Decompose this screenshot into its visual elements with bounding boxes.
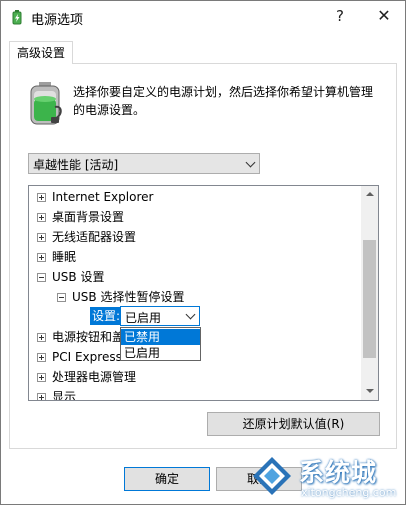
tree-item-label: 桌面背景设置 [52,210,125,224]
chevron-down-icon [245,157,256,168]
expand-icon[interactable] [37,193,46,202]
battery-icon [30,82,62,125]
expand-icon[interactable] [37,333,46,342]
power-plan-value: 卓越性能 [活动] [33,158,119,172]
power-options-window: 电源选项 ? ✕ 高级设置 选择你要自定义的电源计划，然后选择你希望计算机管理 … [0,0,406,505]
setting-dropdown-list: 已禁用 已启用 [120,327,201,361]
watermark: 系统城 xitongcheng.com [249,453,405,504]
setting-label: 设置: [90,307,121,325]
collapse-icon[interactable] [57,293,66,302]
scroll-down-icon[interactable] [366,389,374,393]
power-plan-select[interactable]: 卓越性能 [活动] [28,153,260,174]
description-text: 选择你要自定义的电源计划，然后选择你希望计算机管理 的电源设置。 [73,83,383,119]
description-line-1: 选择你要自定义的电源计划，然后选择你希望计算机管理 [73,85,374,99]
close-button[interactable]: ✕ [363,1,405,33]
expand-icon[interactable] [37,353,46,362]
tree-item-label: USB 设置 [52,270,105,284]
title-bar: 电源选项 ? ✕ [1,1,405,33]
watermark-url: xitongcheng.com [301,486,397,499]
tree-item-label: PCI Express [52,350,122,364]
tree-scrollbar[interactable] [361,186,378,400]
dropdown-option-enabled[interactable]: 已启用 [121,345,200,361]
power-options-icon [12,10,22,25]
dropdown-option-disabled[interactable]: 已禁用 [121,329,200,345]
tree-item-label: 显示 [52,390,77,401]
ok-button[interactable]: 确定 [124,467,210,491]
description-line-2: 的电源设置。 [73,103,146,117]
collapse-icon[interactable] [37,273,46,282]
setting-value: 已启用 [125,311,162,325]
expand-icon[interactable] [37,213,46,222]
tab-advanced-settings[interactable]: 高级设置 [9,41,73,64]
chevron-down-icon [185,309,196,320]
expand-icon[interactable] [37,253,46,262]
tree-item-label: 睡眠 [52,250,77,264]
setting-value-select[interactable]: 已启用 [120,306,200,326]
xitongcheng-logo-icon [253,457,291,495]
scrollbar-thumb[interactable] [363,240,376,358]
help-button[interactable]: ? [319,1,361,33]
restore-defaults-button[interactable]: 还原计划默认值(R) [207,412,380,436]
tree-item-label: USB 选择性暂停设置 [72,290,185,304]
expand-icon[interactable] [37,393,46,400]
watermark-name: 系统城 [299,458,378,487]
tree-item-label: 无线适配器设置 [52,230,137,244]
expand-icon[interactable] [37,233,46,242]
window-title: 电源选项 [31,13,84,28]
expand-icon[interactable] [37,373,46,382]
scroll-up-icon[interactable] [366,192,374,196]
tree-item-label: 处理器电源管理 [52,370,137,384]
tree-item-label: Internet Explorer [52,190,154,204]
tree-item-label: 电源按钮和盖 [52,330,125,344]
settings-tree[interactable]: Internet Explorer 桌面背景设置 无线适配器设置 睡眠 USB … [28,185,379,401]
